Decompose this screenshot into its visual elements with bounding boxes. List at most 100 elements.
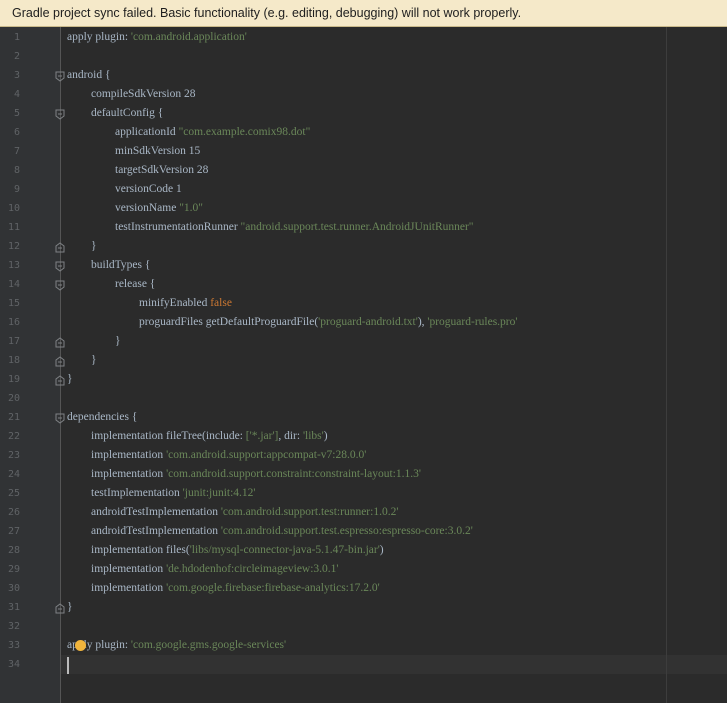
code-line[interactable]: 24 implementation 'com.android.support.co… bbox=[0, 466, 727, 485]
code-line[interactable]: 28 implementation files('libs/mysql-conne… bbox=[0, 542, 727, 561]
code-line[interactable]: 31} bbox=[0, 599, 727, 618]
code-text[interactable]: dependencies { bbox=[67, 411, 137, 423]
code-line[interactable]: 2 bbox=[0, 48, 727, 67]
code-text[interactable]: buildTypes { bbox=[91, 259, 150, 271]
string-token: "1.0" bbox=[179, 202, 203, 214]
code-text[interactable]: androidTestImplementation 'com.android.s… bbox=[91, 506, 398, 518]
line-number: 21 bbox=[7, 412, 20, 423]
fold-close-icon[interactable] bbox=[55, 356, 65, 367]
code-text[interactable]: implementation 'com.android.support:appc… bbox=[91, 449, 366, 461]
code-line[interactable]: 1 apply plugin: 'com.android.application' bbox=[0, 29, 727, 48]
fold-open-icon[interactable] bbox=[55, 280, 65, 291]
code-line[interactable]: 4 compileSdkVersion 28 bbox=[0, 86, 727, 105]
fold-open-icon[interactable] bbox=[55, 261, 65, 272]
code-text[interactable]: implementation 'de.hdodenhof:circleimage… bbox=[91, 563, 339, 575]
code-text[interactable]: } bbox=[67, 373, 73, 385]
code-token: implementation bbox=[91, 582, 167, 594]
string-token: 'com.android.support.constraint:constrai… bbox=[166, 468, 421, 480]
code-text[interactable]: } bbox=[67, 601, 73, 613]
code-text[interactable]: implementation 'com.google.firebase:fire… bbox=[91, 582, 380, 594]
code-text[interactable]: apply plugin: 'com.android.application' bbox=[67, 31, 247, 43]
code-text[interactable]: proguardFiles getDefaultProguardFile('pr… bbox=[139, 316, 517, 328]
code-line[interactable]: 32 bbox=[0, 618, 727, 637]
code-text[interactable]: versionName "1.0" bbox=[115, 202, 203, 214]
code-text[interactable]: android { bbox=[67, 69, 111, 81]
code-line[interactable]: 19} bbox=[0, 371, 727, 390]
code-line[interactable]: 21 dependencies { bbox=[0, 409, 727, 428]
code-text[interactable]: minSdkVersion 15 bbox=[115, 145, 200, 157]
code-text[interactable]: } bbox=[91, 240, 97, 252]
intention-bulb-icon[interactable] bbox=[75, 640, 86, 651]
code-line[interactable]: 27 androidTestImplementation 'com.android… bbox=[0, 523, 727, 542]
code-line[interactable]: 25 testImplementation 'junit:junit:4.12' bbox=[0, 485, 727, 504]
fold-open-icon[interactable] bbox=[55, 413, 65, 424]
code-text[interactable]: versionCode 1 bbox=[115, 183, 182, 195]
code-token: } bbox=[67, 373, 73, 385]
code-line[interactable]: 5 defaultConfig { bbox=[0, 105, 727, 124]
code-line[interactable]: 34 bbox=[0, 656, 727, 675]
fold-open-icon[interactable] bbox=[55, 71, 65, 82]
code-line[interactable]: 16 proguardFiles getDefaultProguardFile('… bbox=[0, 314, 727, 333]
string-token: 'com.google.firebase:firebase-analytics:… bbox=[166, 582, 380, 594]
code-line[interactable]: 3 android { bbox=[0, 67, 727, 86]
string-token: 'com.google.gms.google-services' bbox=[130, 639, 287, 651]
code-line[interactable]: 20 bbox=[0, 390, 727, 409]
code-text[interactable]: defaultConfig { bbox=[91, 107, 163, 119]
code-text[interactable]: minifyEnabled false bbox=[139, 297, 232, 309]
string-token: 'libs/mysql-connector-java-5.1.47-bin.ja… bbox=[189, 544, 380, 556]
code-line[interactable]: 15 minifyEnabled false bbox=[0, 295, 727, 314]
line-number: 17 bbox=[7, 336, 20, 347]
code-line[interactable]: 23 implementation 'com.android.support:ap… bbox=[0, 447, 727, 466]
code-line[interactable]: 22 implementation fileTree(include: ['*.j… bbox=[0, 428, 727, 447]
code-line[interactable]: 14 release { bbox=[0, 276, 727, 295]
code-line[interactable]: 9 versionCode 1 bbox=[0, 181, 727, 200]
code-line[interactable]: 7 minSdkVersion 15 bbox=[0, 143, 727, 162]
code-token: ) bbox=[379, 544, 384, 556]
line-number: 7 bbox=[13, 146, 20, 157]
string-token: 'proguard-rules.pro' bbox=[427, 316, 518, 328]
fold-close-icon[interactable] bbox=[55, 603, 65, 614]
code-line[interactable]: 11 testInstrumentationRunner "android.sup… bbox=[0, 219, 727, 238]
code-line[interactable]: 26 androidTestImplementation 'com.android… bbox=[0, 504, 727, 523]
code-text[interactable]: targetSdkVersion 28 bbox=[115, 164, 208, 176]
fold-close-icon[interactable] bbox=[55, 242, 65, 253]
fold-open-icon[interactable] bbox=[55, 109, 65, 120]
code-line[interactable]: 18} bbox=[0, 352, 727, 371]
code-text[interactable]: testImplementation 'junit:junit:4.12' bbox=[91, 487, 256, 499]
code-text[interactable]: } bbox=[91, 354, 97, 366]
code-line[interactable]: 33 apply plugin: 'com.google.gms.google-s… bbox=[0, 637, 727, 656]
code-line[interactable]: 8 targetSdkVersion 28 bbox=[0, 162, 727, 181]
code-text[interactable]: apply plugin: 'com.google.gms.google-ser… bbox=[67, 639, 286, 651]
code-line[interactable]: 30 implementation 'com.google.firebase:fi… bbox=[0, 580, 727, 599]
line-number: 23 bbox=[7, 450, 20, 461]
code-token: } bbox=[67, 601, 73, 613]
code-token: proguardFiles getDefaultProguardFile( bbox=[139, 316, 319, 328]
code-text[interactable]: testInstrumentationRunner "android.suppo… bbox=[115, 221, 474, 233]
fold-close-icon[interactable] bbox=[55, 337, 65, 348]
code-text[interactable]: implementation fileTree(include: ['*.jar… bbox=[91, 430, 328, 442]
fold-close-icon[interactable] bbox=[55, 375, 65, 386]
line-number: 29 bbox=[7, 564, 20, 575]
code-text[interactable]: implementation files('libs/mysql-connect… bbox=[91, 544, 384, 556]
line-number: 27 bbox=[7, 526, 20, 537]
code-text[interactable]: release { bbox=[115, 278, 155, 290]
code-text[interactable]: compileSdkVersion 28 bbox=[91, 88, 195, 100]
code-text[interactable]: applicationId "com.example.comix98.dot" bbox=[115, 126, 310, 138]
code-token: dependencies { bbox=[67, 411, 138, 423]
code-text[interactable]: androidTestImplementation 'com.android.s… bbox=[91, 525, 473, 537]
code-line[interactable]: 13 buildTypes { bbox=[0, 257, 727, 276]
line-number: 4 bbox=[13, 89, 20, 100]
code-line[interactable]: 6 applicationId "com.example.comix98.dot" bbox=[0, 124, 727, 143]
code-line[interactable]: 29 implementation 'de.hdodenhof:circleima… bbox=[0, 561, 727, 580]
code-token: implementation bbox=[91, 468, 167, 480]
code-token: implementation bbox=[91, 449, 167, 461]
line-number: 11 bbox=[7, 222, 20, 233]
code-line[interactable]: 17} bbox=[0, 333, 727, 352]
code-text[interactable]: implementation 'com.android.support.cons… bbox=[91, 468, 421, 480]
code-text[interactable]: } bbox=[115, 335, 121, 347]
code-line[interactable]: 10 versionName "1.0" bbox=[0, 200, 727, 219]
string-token: 'proguard-android.txt' bbox=[318, 316, 418, 328]
line-number: 20 bbox=[7, 393, 20, 404]
code-line[interactable]: 12} bbox=[0, 238, 727, 257]
code-token: defaultConfig { bbox=[91, 107, 164, 119]
